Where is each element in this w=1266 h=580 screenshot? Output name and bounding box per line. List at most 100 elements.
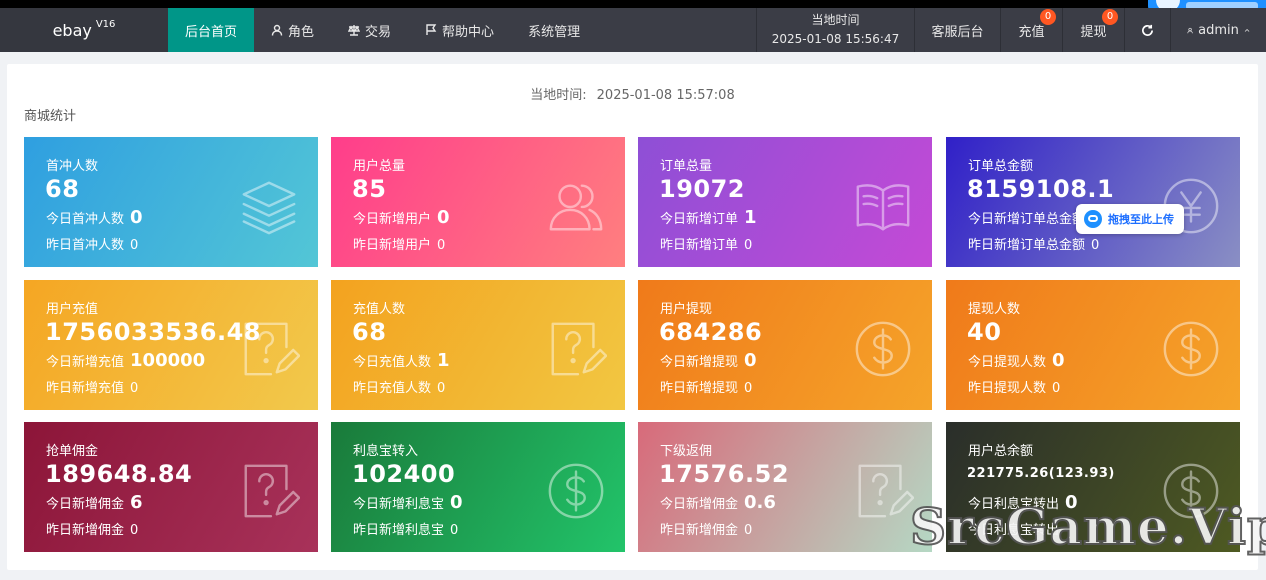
stat-yesterday-value: 0 [744, 381, 753, 396]
recharge-link[interactable]: 充值 0 [1000, 8, 1062, 52]
upload-tip-label: 拖拽至此上传 [1108, 213, 1174, 226]
brand-logo[interactable]: ebay V16 [0, 8, 168, 52]
stat-card[interactable]: 订单总金额 8159108.1 今日新增订单总金额 昨日新增订单总金额 0 [946, 137, 1240, 267]
stat-card[interactable]: 用户提现 684286 今日新增提现 0 昨日新增提现 0 [638, 280, 932, 410]
stat-today-value: 0.6 [744, 492, 776, 513]
header-time-value: 2025-01-08 15:56:47 [771, 32, 900, 46]
local-time-value: 2025-01-08 15:57:08 [596, 88, 735, 103]
stat-yesterday-value: 0 [744, 238, 753, 253]
stat-card-yesterday: 昨日新增佣金 0 [46, 519, 138, 538]
dollar-icon [852, 318, 914, 380]
recharge-badge: 0 [1040, 9, 1056, 25]
stat-card[interactable]: 订单总量 19072 今日新增订单 1 昨日新增订单 0 [638, 137, 932, 267]
stat-card-today: 今日新增订单 1 [660, 207, 757, 228]
stat-yesterday-value: 0 [437, 381, 446, 396]
stat-card-yesterday: 昨日充值人数 0 [353, 377, 445, 396]
stat-card-title: 抢单佣金 [46, 444, 99, 459]
stat-card-today: 今日新增佣金 6 [46, 492, 143, 513]
header-time-label: 当地时间 [811, 13, 860, 27]
stat-card-yesterday: 昨日新增提现 0 [660, 377, 752, 396]
stat-yesterday-label: 昨日新增提现 [660, 381, 739, 396]
stat-card[interactable]: 下级返佣 17576.52 今日新增佣金 0.6 昨日新增佣金 0 [638, 422, 932, 552]
stat-today-value: 0 [450, 492, 463, 513]
stat-card-value: 684286 [659, 318, 763, 346]
withdraw-label: 提现 [1080, 24, 1107, 40]
stat-yesterday-value: 0 [130, 523, 139, 538]
stat-today-label: 今日新增订单 [660, 212, 739, 227]
stat-today-label: 今日新增利息宝 [353, 497, 445, 512]
nav-help[interactable]: 帮助中心 [408, 8, 511, 52]
stat-card-value: 17576.52 [659, 460, 790, 488]
stat-yesterday-label: 昨日首冲人数 [46, 238, 125, 253]
stat-today-label: 今日提现人数 [968, 355, 1047, 370]
stat-card-today: 今日新增提现 0 [660, 350, 757, 371]
nav-home-label: 后台首页 [185, 24, 238, 40]
stat-card-title: 订单总量 [660, 159, 713, 174]
section-title: 商城统计 [24, 109, 77, 124]
stat-card[interactable]: 用户总量 85 今日新增用户 0 昨日新增用户 0 [331, 137, 625, 267]
stat-card-value: 85 [352, 175, 387, 203]
withdraw-link[interactable]: 提现 0 [1062, 8, 1124, 52]
stat-yesterday-label: 昨日新增订单 [660, 238, 739, 253]
brand-name: ebay [52, 20, 92, 40]
stat-card[interactable]: 首冲人数 68 今日首冲人数 0 昨日首冲人数 0 [24, 137, 318, 267]
nav-system[interactable]: 系统管理 [511, 8, 597, 52]
chevron-up-icon [1244, 28, 1250, 32]
stat-card-yesterday: 昨日新增佣金 0 [660, 519, 752, 538]
flag-icon [426, 24, 437, 35]
stat-card[interactable]: 利息宝转入 102400 今日新增利息宝 0 昨日新增利息宝 0 [331, 422, 625, 552]
stat-today-label: 今日新增订单总金额 [968, 212, 1086, 227]
nav-roles-label: 角色 [288, 24, 315, 40]
stat-card-yesterday: 昨日新增利息宝 0 [353, 519, 458, 538]
stat-card[interactable]: 抢单佣金 189648.84 今日新增佣金 6 昨日新增佣金 0 [24, 422, 318, 552]
stat-today-value: 1 [437, 350, 450, 371]
stat-yesterday-value: 0 [450, 523, 459, 538]
nav-roles[interactable]: 角色 [254, 8, 331, 52]
stat-today-value: 0 [1052, 350, 1065, 371]
stat-card-value: 19072 [659, 175, 745, 203]
users-icon [545, 175, 607, 237]
stat-today-value: 1 [744, 207, 757, 228]
dollar-icon [1160, 318, 1222, 380]
nav-help-label: 帮助中心 [442, 24, 495, 40]
stat-yesterday-value: 0 [130, 238, 139, 253]
stat-card-yesterday: 昨日新增用户 0 [353, 234, 445, 253]
stat-card[interactable]: 充值人数 68 今日充值人数 1 昨日充值人数 0 [331, 280, 625, 410]
stat-today-label: 今日首冲人数 [46, 212, 125, 227]
refresh-icon [1142, 24, 1153, 36]
stat-card-today: 今日提现人数 0 [968, 350, 1065, 371]
stat-card-today: 今日首冲人数 0 [46, 207, 143, 228]
brand-version: V16 [95, 18, 116, 30]
scale-icon [348, 25, 361, 36]
drag-upload-tooltip[interactable]: 拖拽至此上传 [1076, 204, 1184, 234]
stat-yesterday-value: 0 [130, 381, 139, 396]
refresh-button[interactable] [1124, 8, 1170, 52]
stat-today-value: 0 [130, 207, 143, 228]
nav-trade[interactable]: 交易 [331, 8, 408, 52]
stat-card-yesterday: 昨日新增充值 0 [46, 377, 138, 396]
stat-card[interactable]: 用户充值 1756033536.48 今日新增充值 100000 昨日新增充值 0 [24, 280, 318, 410]
stat-card-value: 102400 [352, 460, 456, 488]
stat-card-value: 68 [352, 318, 387, 346]
stat-card[interactable]: 提现人数 40 今日提现人数 0 昨日提现人数 0 [946, 280, 1240, 410]
stat-today-label: 今日新增用户 [353, 212, 432, 227]
stat-card-today: 今日新增利息宝 0 [353, 492, 463, 513]
stat-card-today: 今日新增用户 0 [353, 207, 450, 228]
stat-today-label: 今日新增提现 [660, 355, 739, 370]
stat-today-value: 100000 [130, 350, 206, 371]
local-time-label: 当地时间: [530, 88, 587, 103]
stat-card-yesterday: 昨日提现人数 0 [968, 377, 1060, 396]
stat-card-title: 用户总量 [353, 159, 406, 174]
stat-today-label: 今日新增佣金 [660, 497, 739, 512]
user-menu[interactable]: admin [1170, 8, 1266, 52]
stat-card-title: 提现人数 [968, 302, 1021, 317]
service-backend-link[interactable]: 客服后台 [914, 8, 1000, 52]
user-icon [271, 24, 283, 36]
nav-home[interactable]: 后台首页 [168, 8, 255, 52]
stat-yesterday-value: 0 [744, 523, 753, 538]
stat-today-value: 6 [130, 492, 143, 513]
stat-yesterday-label: 昨日新增佣金 [660, 523, 739, 538]
stat-card-value: 1756033536.48 [45, 318, 262, 346]
stat-card-today: 今日新增充值 100000 [46, 350, 205, 371]
withdraw-badge: 0 [1102, 9, 1118, 25]
